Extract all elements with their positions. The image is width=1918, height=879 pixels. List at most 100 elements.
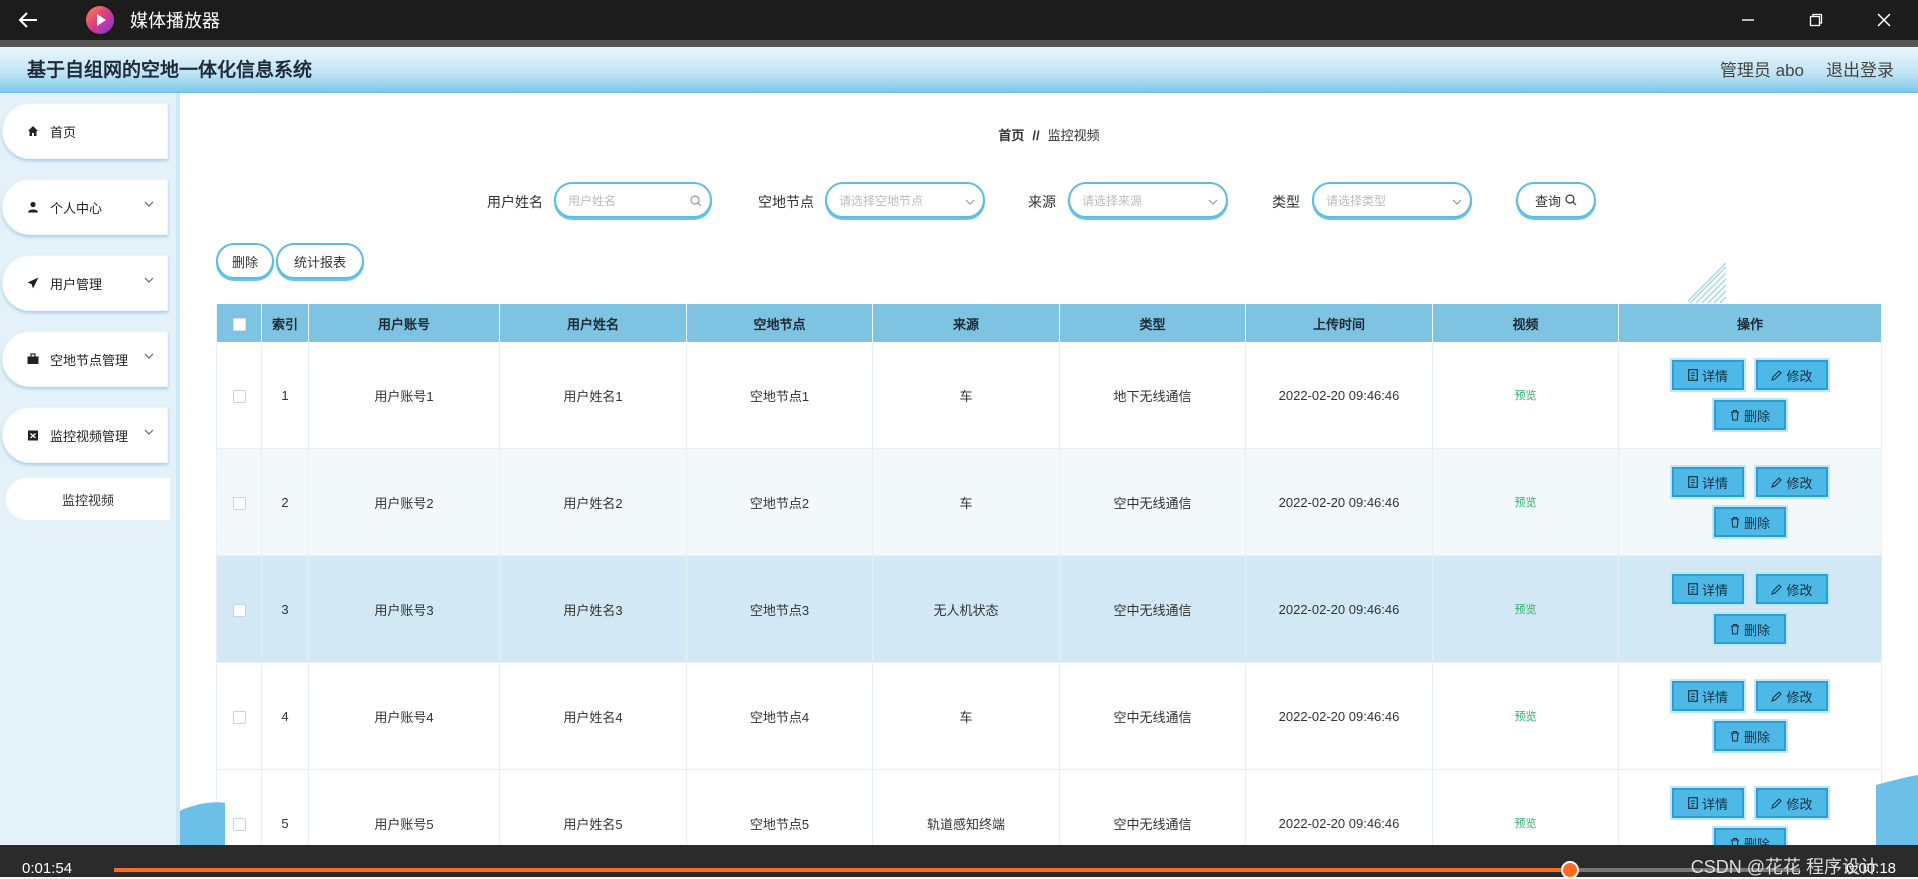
sidebar-item-home[interactable]: 首页 — [2, 103, 168, 159]
table-row: 5 用户账号5 用户姓名5 空地节点5 轨道感知终端 空中无线通信 2022-02-20 0… — [216, 769, 1882, 845]
preview-link[interactable]: 预览 — [1515, 818, 1537, 830]
cell-index: 4 — [261, 662, 309, 770]
user-icon — [26, 201, 40, 213]
edit-button[interactable]: 修改 — [1756, 574, 1828, 604]
decorative-stripes — [1688, 263, 1726, 303]
node-placeholder: 请选择空地节点 — [839, 193, 924, 208]
cell-name: 用户姓名1 — [499, 342, 687, 449]
detail-label: 详情 — [1701, 582, 1728, 598]
cell-time: 2022-02-20 09:46:46 — [1245, 448, 1433, 556]
cell-actions: 详情 修改 删除 — [1618, 769, 1882, 845]
edit-button[interactable]: 修改 — [1756, 681, 1828, 711]
preview-link[interactable]: 预览 — [1515, 497, 1537, 509]
cell-node: 空地节点4 — [686, 662, 873, 770]
cell-account: 用户账号2 — [308, 448, 500, 556]
cell-video: 预览 — [1432, 769, 1619, 845]
column-header: 操作 — [1618, 304, 1882, 342]
query-label: 查询 — [1534, 193, 1561, 209]
cell-node: 空地节点3 — [686, 555, 873, 663]
detail-button[interactable]: 详情 — [1672, 788, 1744, 818]
select-all-checkbox[interactable] — [232, 317, 246, 331]
minimize-button[interactable] — [1714, 0, 1782, 40]
restore-button[interactable] — [1782, 0, 1850, 40]
cell-account: 用户账号5 — [308, 769, 500, 845]
row-delete-button[interactable]: 删除 — [1714, 400, 1786, 430]
delete-label: 删除 — [1743, 515, 1770, 531]
logout-link[interactable]: 退出登录 — [1826, 56, 1894, 81]
seek-bar[interactable] — [114, 861, 1800, 879]
cell-video: 预览 — [1432, 662, 1619, 770]
cell-node: 空地节点1 — [686, 342, 873, 449]
edit-icon — [1771, 690, 1783, 702]
trash-icon — [1730, 837, 1739, 845]
type-select[interactable]: 请选择类型 — [1312, 182, 1472, 218]
username-placeholder: 用户姓名 — [568, 193, 617, 208]
preview-link[interactable]: 预览 — [1515, 390, 1537, 402]
preview-link[interactable]: 预览 — [1515, 604, 1537, 616]
detail-button[interactable]: 详情 — [1672, 467, 1744, 497]
cell-type: 地下无线通信 — [1059, 342, 1246, 449]
seek-bar-fill — [114, 868, 1570, 872]
row-delete-button[interactable]: 删除 — [1714, 828, 1786, 845]
chevron-down-icon — [965, 199, 975, 205]
sidebar-item-label: 监控视频管理 — [50, 428, 129, 444]
edit-icon — [1771, 476, 1783, 488]
back-button[interactable] — [0, 0, 56, 40]
row-checkbox[interactable] — [232, 710, 246, 724]
sidebar-item-user-management[interactable]: 用户管理 — [2, 255, 168, 311]
seek-bar-thumb[interactable] — [1560, 861, 1579, 879]
node-label: 空地节点 — [758, 194, 814, 210]
cell-actions: 详情 修改 删除 — [1618, 662, 1882, 770]
sidebar-item-node-management[interactable]: 空地节点管理 — [2, 331, 168, 387]
username-input[interactable]: 用户姓名 — [554, 182, 712, 218]
breadcrumb-home[interactable]: 首页 — [998, 128, 1024, 143]
row-checkbox[interactable] — [232, 389, 246, 403]
row-delete-button[interactable]: 删除 — [1714, 614, 1786, 644]
source-select[interactable]: 请选择来源 — [1068, 182, 1228, 218]
sidebar-item-video-management[interactable]: 监控视频管理 — [2, 407, 168, 463]
edit-button[interactable]: 修改 — [1756, 360, 1828, 390]
briefcase-icon — [26, 353, 40, 365]
edit-button[interactable]: 修改 — [1756, 788, 1828, 818]
preview-link[interactable]: 预览 — [1515, 711, 1537, 723]
column-header: 用户账号 — [308, 304, 500, 342]
cell-type: 空中无线通信 — [1059, 448, 1246, 556]
edit-button[interactable]: 修改 — [1756, 467, 1828, 497]
trash-icon — [1730, 516, 1739, 528]
detail-button[interactable]: 详情 — [1672, 360, 1744, 390]
detail-label: 详情 — [1701, 368, 1728, 384]
cell-name: 用户姓名5 — [499, 769, 687, 845]
node-select[interactable]: 请选择空地节点 — [825, 182, 985, 218]
document-icon — [1688, 369, 1698, 381]
row-checkbox[interactable] — [232, 603, 246, 617]
column-header: 类型 — [1059, 304, 1246, 342]
detail-button[interactable]: 详情 — [1672, 574, 1744, 604]
cell-time: 2022-02-20 09:46:46 — [1245, 342, 1433, 449]
edit-icon — [1771, 583, 1783, 595]
row-delete-button[interactable]: 删除 — [1714, 721, 1786, 751]
cell-actions: 详情 修改 删除 — [1618, 448, 1882, 556]
send-icon — [26, 277, 40, 289]
main-content: 首页 // 监控视频 用户姓名 用户姓名 空地节点 请选择空地节点 来源 请选择来源… — [180, 93, 1918, 845]
video-table: 索引 用户账号 用户姓名 空地节点 来源 类型 上传时间 视频 操作 1 用户账号… — [216, 304, 1882, 845]
system-title: 基于自组网的空地一体化信息系统 — [27, 60, 313, 81]
bulk-delete-button[interactable]: 删除 — [216, 243, 274, 279]
cell-account: 用户账号3 — [308, 555, 500, 663]
clipboard-icon — [26, 429, 40, 441]
cell-node: 空地节点2 — [686, 448, 873, 556]
query-button[interactable]: 查询 — [1516, 182, 1596, 218]
cell-type: 空中无线通信 — [1059, 662, 1246, 770]
select-all-cell — [216, 304, 262, 342]
row-checkbox[interactable] — [232, 496, 246, 510]
top-strip — [0, 40, 1918, 47]
row-delete-button[interactable]: 删除 — [1714, 507, 1786, 537]
row-select-cell — [216, 342, 262, 449]
statistics-report-button[interactable]: 统计报表 — [276, 243, 364, 279]
column-header: 视频 — [1432, 304, 1619, 342]
search-icon — [690, 195, 702, 207]
close-button[interactable] — [1850, 0, 1918, 40]
sidebar-subitem-monitor-video[interactable]: 监控视频 — [6, 478, 170, 520]
sidebar-item-personal-center[interactable]: 个人中心 — [2, 179, 168, 235]
detail-button[interactable]: 详情 — [1672, 681, 1744, 711]
row-checkbox[interactable] — [232, 817, 246, 831]
